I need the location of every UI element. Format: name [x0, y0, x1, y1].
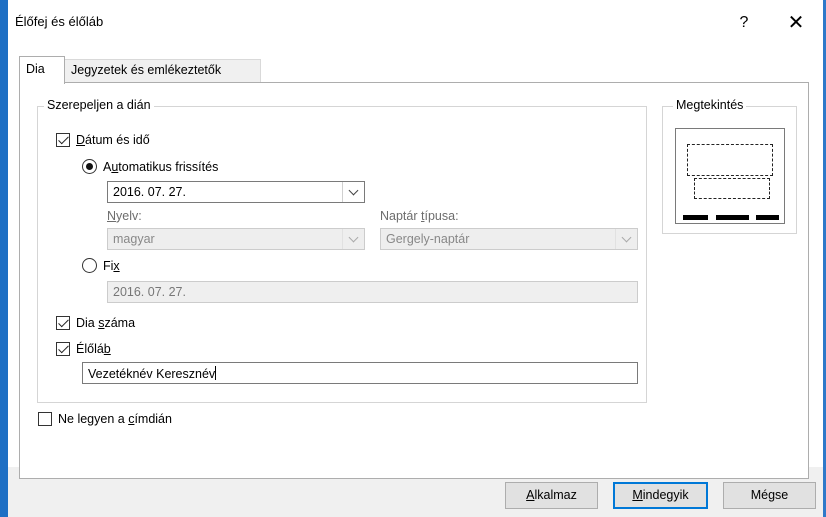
title-slide-label: Ne legyen a címdián — [58, 412, 172, 426]
language-value: magyar — [113, 232, 155, 246]
date-format-select[interactable]: 2016. 07. 27. — [107, 181, 365, 203]
preview-date-placeholder — [683, 215, 708, 220]
group-legend: Szerepeljen a dián — [44, 98, 154, 112]
footer-text-field[interactable]: Vezetéknév Keresznév — [82, 362, 638, 384]
date-time-label: Dátum és idő — [76, 133, 150, 147]
dialog-title: Élőfej és élőláb — [15, 14, 104, 29]
window-edge-left — [0, 0, 8, 517]
footer-checkbox[interactable]: Élőláb — [56, 342, 111, 356]
footer-label: Élőláb — [76, 342, 111, 356]
cancel-button[interactable]: Mégse — [723, 482, 816, 509]
footer-text-value: Vezetéknév Keresznév — [88, 367, 216, 381]
fixed-radio[interactable]: Fix — [82, 258, 120, 273]
date-time-checkbox[interactable]: Dátum és idő — [56, 133, 150, 147]
preview-legend: Megtekintés — [673, 98, 747, 112]
slide-number-label: Dia száma — [76, 316, 136, 330]
date-format-value: 2016. 07. 27. — [113, 185, 186, 199]
help-button[interactable]: ? — [732, 11, 756, 35]
calendar-type-label: Naptár típusa: — [380, 209, 459, 223]
preview-body-placeholder — [694, 178, 770, 199]
fixed-label: Fix — [103, 258, 120, 273]
calendar-type-value: Gergely-naptár — [386, 232, 470, 246]
tab-slide[interactable]: Dia — [19, 56, 65, 84]
text-caret — [215, 366, 217, 380]
apply-button[interactable]: Alkalmaz — [505, 482, 598, 509]
checkbox-box[interactable] — [56, 342, 70, 356]
title-slide-checkbox[interactable]: Ne legyen a címdián — [38, 412, 172, 426]
checkbox-box[interactable] — [38, 412, 52, 426]
auto-update-label: Automatikus frissítés — [103, 159, 219, 174]
slide-preview — [675, 128, 785, 224]
close-icon[interactable]: ✕ — [784, 11, 808, 35]
checkbox-box[interactable] — [56, 133, 70, 147]
tab-bar: Dia Jegyzetek és emlékeztetők — [8, 56, 823, 84]
include-on-slide-group: Szerepeljen a dián — [37, 98, 647, 403]
header-footer-dialog: Élőfej és élőláb ? ✕ Dia Jegyzetek és em… — [0, 0, 826, 517]
checkbox-box[interactable] — [56, 316, 70, 330]
radio-circle[interactable] — [82, 159, 97, 174]
preview-footer-placeholder — [716, 215, 749, 220]
language-label: Nyelv: — [107, 209, 142, 223]
preview-number-placeholder — [756, 215, 779, 220]
fixed-date-field[interactable]: 2016. 07. 27. — [107, 281, 638, 303]
auto-update-radio[interactable]: Automatikus frissítés — [82, 159, 218, 174]
tab-notes-handouts[interactable]: Jegyzetek és emlékeztetők — [64, 59, 261, 83]
chevron-down-icon[interactable] — [615, 229, 637, 249]
chevron-down-icon[interactable] — [342, 182, 364, 202]
apply-to-all-button[interactable]: Mindegyik — [613, 482, 708, 509]
title-bar: Élőfej és élőláb ? ✕ — [8, 0, 823, 46]
chevron-down-icon[interactable] — [342, 229, 364, 249]
language-select[interactable]: magyar — [107, 228, 365, 250]
preview-title-placeholder — [687, 144, 773, 176]
radio-circle[interactable] — [82, 258, 97, 273]
slide-number-checkbox[interactable]: Dia száma — [56, 316, 135, 330]
calendar-type-select[interactable]: Gergely-naptár — [380, 228, 638, 250]
